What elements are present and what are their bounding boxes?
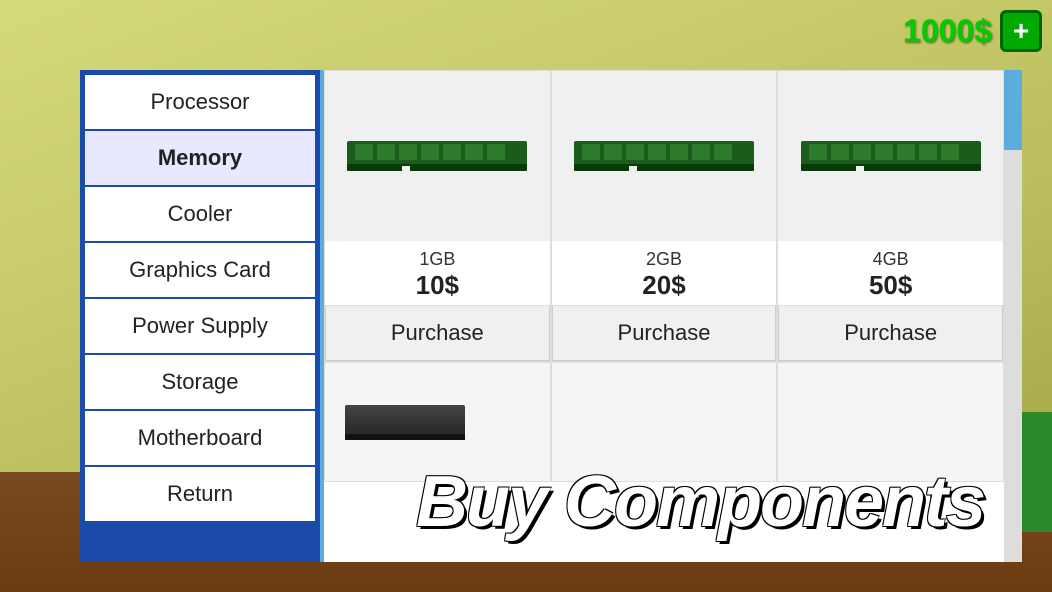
product-info-1gb: 1GB 10$ xyxy=(325,241,550,305)
product-cell-row2-2 xyxy=(551,362,778,482)
product-info-2gb: 2GB 20$ xyxy=(552,241,777,305)
sidebar-item-processor[interactable]: Processor xyxy=(85,75,315,129)
product-price-4gb: 50$ xyxy=(782,270,999,301)
product-price-1gb: 10$ xyxy=(329,270,546,301)
product-label-4gb: 4GB xyxy=(782,249,999,270)
ram-image-1gb xyxy=(347,136,527,176)
product-price-2gb: 20$ xyxy=(556,270,773,301)
purchase-button-2gb[interactable]: Purchase xyxy=(552,305,777,361)
product-info-4gb: 4GB 50$ xyxy=(778,241,1003,305)
product-cell-4gb: 4GB 50$ Purchase xyxy=(777,70,1004,362)
sidebar-item-storage[interactable]: Storage xyxy=(85,355,315,409)
product-image-4gb xyxy=(778,71,1003,241)
ram-image-4gb xyxy=(801,136,981,176)
product-image-2gb xyxy=(552,71,777,241)
sidebar-item-power-supply[interactable]: Power Supply xyxy=(85,299,315,353)
sidebar-item-graphics-card[interactable]: Graphics Card xyxy=(85,243,315,297)
product-grid: 1GB 10$ Purchase xyxy=(324,70,1004,482)
sidebar: Processor Memory Cooler Graphics Card Po… xyxy=(80,70,320,562)
main-panel: Processor Memory Cooler Graphics Card Po… xyxy=(80,70,1022,562)
product-cell-2gb: 2GB 20$ Purchase xyxy=(551,70,778,362)
product-cell-1gb: 1GB 10$ Purchase xyxy=(324,70,551,362)
sidebar-item-motherboard[interactable]: Motherboard xyxy=(85,411,315,465)
add-currency-button[interactable]: + xyxy=(1000,10,1042,52)
scrollbar-track[interactable] xyxy=(1004,70,1022,562)
content-area: 1GB 10$ Purchase xyxy=(320,70,1022,562)
sidebar-item-memory[interactable]: Memory xyxy=(85,131,315,185)
product-cell-row2-1 xyxy=(324,362,551,482)
purchase-button-4gb[interactable]: Purchase xyxy=(778,305,1003,361)
product-image-1gb xyxy=(325,71,550,241)
top-bar: 1000$ + xyxy=(903,10,1042,52)
sidebar-item-cooler[interactable]: Cooler xyxy=(85,187,315,241)
dark-ram-image xyxy=(345,405,465,440)
ram-image-2gb xyxy=(574,136,754,176)
sidebar-item-return[interactable]: Return xyxy=(85,467,315,521)
product-cell-row2-3 xyxy=(777,362,1004,482)
currency-display: 1000$ xyxy=(903,13,992,50)
purchase-button-1gb[interactable]: Purchase xyxy=(325,305,550,361)
scrollbar-thumb[interactable] xyxy=(1004,70,1022,150)
product-label-1gb: 1GB xyxy=(329,249,546,270)
product-label-2gb: 2GB xyxy=(556,249,773,270)
